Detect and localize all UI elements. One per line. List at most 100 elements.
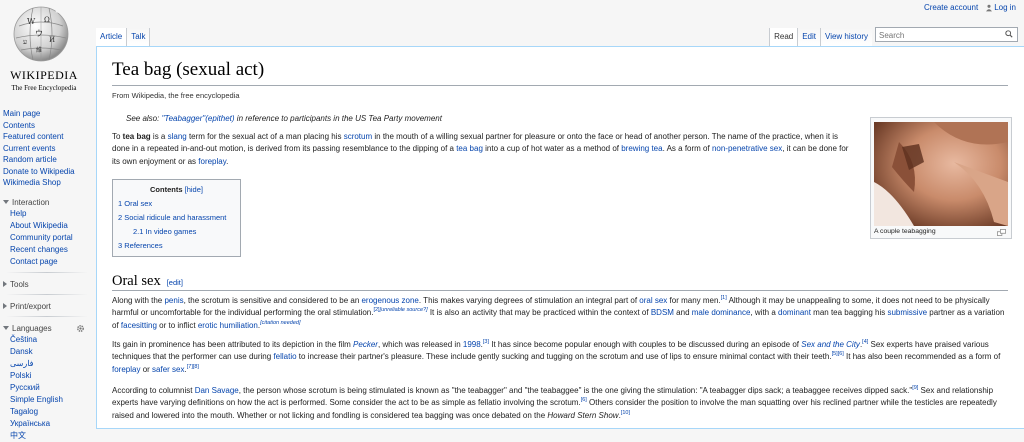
puzzle-globe-icon: W Ω ウ И ע 維 xyxy=(13,6,69,62)
sidebar-item-about[interactable]: About Wikipedia xyxy=(0,220,94,232)
printexport-heading[interactable]: Print/export xyxy=(0,301,94,312)
link-non-penetrative-sex[interactable]: non-penetrative sex xyxy=(712,144,782,153)
tab-article-label: Article xyxy=(100,32,123,41)
tools-heading-label: Tools xyxy=(10,279,29,289)
create-account-link[interactable]: Create account xyxy=(924,3,978,12)
link-dominant[interactable]: dominant xyxy=(778,308,811,317)
languages-heading-label: Languages xyxy=(12,323,52,333)
sidebar-item-contents[interactable]: Contents xyxy=(0,120,94,132)
tab-read[interactable]: Read xyxy=(769,28,798,46)
text: , the person whose scrotum is being stim… xyxy=(238,386,913,395)
tab-edit[interactable]: Edit xyxy=(797,28,821,46)
link-male-dominance[interactable]: male dominance xyxy=(692,308,751,317)
chevron-down-icon xyxy=(3,326,9,330)
link-foreplay[interactable]: foreplay xyxy=(112,365,140,374)
text: , with a xyxy=(750,308,779,318)
sidebar-item-recent-changes[interactable]: Recent changes xyxy=(0,244,94,256)
svg-text:Ω: Ω xyxy=(44,16,50,24)
text: , the scrotum is sensitive and considere… xyxy=(183,296,362,305)
show-title: Howard Stern Show xyxy=(547,410,619,420)
paragraph-3: According to columnist Dan Savage, the p… xyxy=(112,385,1010,422)
tab-talk[interactable]: Talk xyxy=(127,28,151,46)
wikipedia-logo[interactable]: W Ω ウ И ע 維 WIKIPEDIA The Free Encyclope… xyxy=(0,0,94,96)
link-1998[interactable]: 1998 xyxy=(463,340,481,349)
printexport-heading-label: Print/export xyxy=(10,301,51,311)
login-group[interactable]: Log in xyxy=(986,3,1016,12)
text: man tea bagging his xyxy=(810,308,888,318)
tools-heading[interactable]: Tools xyxy=(0,279,94,290)
hatnote: See also: "Teabagger"(epithet) in refere… xyxy=(126,114,442,123)
sidebar-navigation: Main page Contents Featured content Curr… xyxy=(0,108,94,189)
link-facesitting[interactable]: facesitting xyxy=(121,321,157,330)
svg-text:ウ: ウ xyxy=(35,29,43,38)
interaction-heading[interactable]: Interaction xyxy=(0,197,94,208)
link-tea-bag[interactable]: tea bag xyxy=(456,144,483,153)
language-link[interactable]: Tagalog xyxy=(0,406,94,418)
text: into a cup of hot water as a method of xyxy=(482,144,622,154)
language-link[interactable]: Dansk xyxy=(0,346,94,358)
link-submissive[interactable]: submissive xyxy=(887,308,927,317)
link-scrotum[interactable]: scrotum xyxy=(344,132,372,141)
sidebar-item-donate[interactable]: Donate to Wikipedia xyxy=(0,166,94,178)
link-erotic-humiliation[interactable]: erotic humiliation xyxy=(198,321,258,330)
citation-note[interactable]: [citation needed] xyxy=(260,320,300,326)
search-icon[interactable] xyxy=(1005,30,1013,38)
link-pecker[interactable]: Pecker xyxy=(353,340,378,349)
citation[interactable]: [10] xyxy=(621,410,630,416)
link-erogenous-zone[interactable]: erogenous zone xyxy=(361,296,418,305)
section-heading-label: Oral sex xyxy=(112,273,161,289)
tab-view-history[interactable]: View history xyxy=(820,28,872,46)
search-input[interactable] xyxy=(876,28,1002,42)
link-foreplay[interactable]: foreplay xyxy=(198,157,226,166)
language-link[interactable]: فارسی xyxy=(0,358,94,370)
toc-item-oral-sex[interactable]: 1 Oral sex xyxy=(118,199,152,208)
link-brewing-tea[interactable]: brewing tea xyxy=(621,144,662,153)
wordmark: WIKIPEDIA xyxy=(10,68,78,82)
hatnote-link[interactable]: "Teabagger"(epithet) xyxy=(162,114,235,123)
link-penis[interactable]: penis xyxy=(164,296,183,305)
toc-item-video-games[interactable]: 2.1 In video games xyxy=(133,227,196,236)
link-safer-sex[interactable]: safer sex xyxy=(152,365,184,374)
sidebar-item-random-article[interactable]: Random article xyxy=(0,154,94,166)
link-sex-and-the-city[interactable]: Sex and the City xyxy=(801,340,860,349)
sidebar-item-contact-page[interactable]: Contact page xyxy=(0,256,94,268)
table-of-contents: Contents [hide] 1 Oral sex 2 Social ridi… xyxy=(112,179,241,257)
toc-hide-toggle[interactable]: [hide] xyxy=(185,185,203,194)
citation-note[interactable]: [unreliable source?] xyxy=(380,307,428,314)
sidebar-item-wikimedia-shop[interactable]: Wikimedia Shop xyxy=(0,177,94,189)
languages-heading[interactable]: Languages xyxy=(0,323,94,334)
sidebar-item-current-events[interactable]: Current events xyxy=(0,143,94,155)
text: . xyxy=(226,156,229,166)
language-link[interactable]: Čeština xyxy=(0,334,94,346)
sidebar-item-featured-content[interactable]: Featured content xyxy=(0,131,94,143)
toc-item-references[interactable]: 3 References xyxy=(118,241,163,250)
thumbnail-image[interactable] xyxy=(874,122,1008,226)
language-link[interactable]: 中文 xyxy=(0,430,94,442)
personal-tools: Create account Log in xyxy=(924,3,1016,12)
tab-view-history-label: View history xyxy=(825,32,868,41)
language-link[interactable]: Русский xyxy=(0,382,94,394)
sidebar-item-main-page[interactable]: Main page xyxy=(0,108,94,120)
language-link[interactable]: Українська xyxy=(0,418,94,430)
citation[interactable]: [5][6] xyxy=(832,351,844,358)
magnify-icon[interactable] xyxy=(997,229,1006,236)
link-slang[interactable]: slang xyxy=(168,132,187,141)
link-oral-sex[interactable]: oral sex xyxy=(639,296,667,305)
login-link[interactable]: Log in xyxy=(994,3,1016,12)
term-bold: tea bag xyxy=(122,132,151,141)
gear-icon[interactable] xyxy=(76,324,85,333)
link-dan-savage[interactable]: Dan Savage xyxy=(195,386,239,395)
sidebar-item-community-portal[interactable]: Community portal xyxy=(0,232,94,244)
hatnote-prefix: See also: xyxy=(126,114,162,123)
link-bdsm[interactable]: BDSM xyxy=(651,308,674,317)
tab-article[interactable]: Article xyxy=(96,28,128,46)
language-link[interactable]: Simple English xyxy=(0,394,94,406)
edit-section-link[interactable]: [edit] xyxy=(167,278,183,287)
sidebar-item-help[interactable]: Help xyxy=(0,208,94,220)
citation[interactable]: [7][8] xyxy=(187,364,199,370)
text: To xyxy=(112,132,123,141)
chevron-down-icon xyxy=(3,200,9,204)
toc-item-social-ridicule[interactable]: 2 Social ridicule and harassment xyxy=(118,213,226,222)
language-link[interactable]: Polski xyxy=(0,370,94,382)
link-fellatio[interactable]: fellatio xyxy=(273,352,296,361)
